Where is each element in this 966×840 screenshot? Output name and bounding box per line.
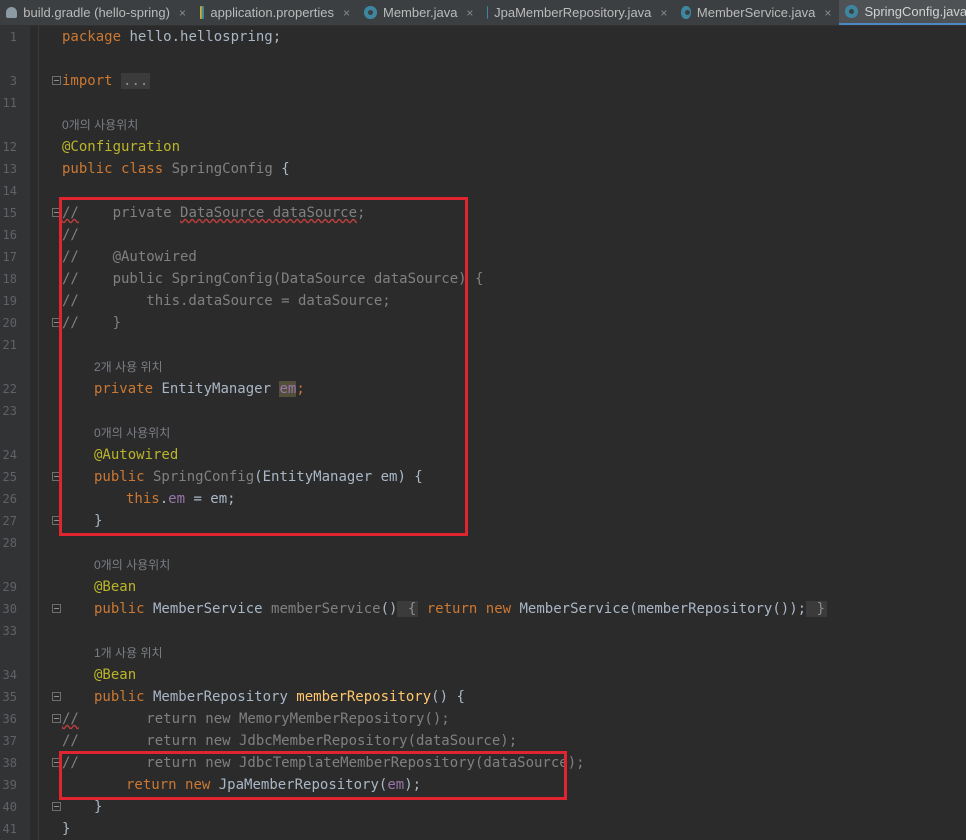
fold-icon[interactable] [52,76,61,85]
tab-label: application.properties [210,5,334,20]
line-number: 41 [2,822,17,836]
java-class-icon [364,6,377,19]
tab-label: MemberService.java [696,5,816,20]
line-number: 35 [2,690,17,704]
line-number: 23 [2,404,17,418]
usage-hint: 1개 사용 위치 [0,642,966,664]
folded-imports: ... [121,73,151,89]
line-number: 3 [9,74,17,88]
line-number: 18 [2,272,17,286]
code-line: 12 @Configuration [0,136,966,158]
line-number: 17 [2,250,17,264]
code-text: public MemberRepository memberRepository… [94,689,465,705]
line-number: 14 [2,184,17,198]
code-line: 11 [0,92,966,114]
code-line: 30 public MemberService memberService() … [0,598,966,620]
line-number: 22 [2,382,17,396]
editor-tab-bar: build.gradle (hello-spring) × applicatio… [0,0,966,26]
usages-inlay-hint[interactable]: 0개의 사용위치 [62,114,138,136]
line-number: 16 [2,228,17,242]
close-icon[interactable]: × [660,6,667,20]
gradle-icon [6,7,18,18]
tab-label: Member.java [383,5,458,20]
tab-jpa-member-repository[interactable]: JpaMemberRepository.java × [481,0,675,25]
code-text: import ... [62,73,151,89]
tab-member-service[interactable]: MemberService.java × [675,0,839,25]
code-text: package hello.hellospring; [62,29,282,45]
line-number: 20 [2,316,17,330]
fold-icon[interactable] [52,692,61,701]
line-number: 19 [2,294,17,308]
close-icon[interactable]: × [179,6,186,20]
code-line: 33 [0,620,966,642]
line-number: 28 [2,536,17,550]
tab-spring-config[interactable]: SpringConfig.java [839,0,966,25]
code-line: 37 // return new JdbcMemberRepository(da… [0,730,966,752]
usages-inlay-hint[interactable]: 0개의 사용위치 [94,554,170,576]
line-number: 34 [2,668,17,682]
line-number: 15 [2,206,17,220]
fold-icon[interactable] [52,714,61,723]
line-number: 12 [2,140,17,154]
line-number: 38 [2,756,17,770]
usages-inlay-hint[interactable]: 1개 사용 위치 [94,642,163,664]
properties-file-icon [200,6,205,19]
highlight-box-entitymanager [59,197,468,536]
tab-label: JpaMemberRepository.java [494,5,652,20]
line-number: 37 [2,734,17,748]
line-number: 24 [2,448,17,462]
code-line: 1 package hello.hellospring; [0,26,966,48]
tab-build-gradle[interactable]: build.gradle (hello-spring) × [0,0,194,25]
code-line: 34 @Bean [0,664,966,686]
code-text: // return new MemoryMemberRepository(); [62,711,450,727]
tab-member-java[interactable]: Member.java × [358,0,481,25]
line-number: 11 [2,96,17,110]
fold-icon[interactable] [52,802,61,811]
highlight-box-jpa-return [59,751,567,800]
line-number: 21 [2,338,17,352]
java-class-icon [487,6,494,19]
line-number: 26 [2,492,17,506]
code-text: @Configuration [62,139,181,155]
java-class-icon [681,6,691,19]
tab-label: build.gradle (hello-spring) [23,5,170,20]
line-number: 40 [2,800,17,814]
tab-application-properties[interactable]: application.properties × [194,0,358,25]
code-line: 36 // return new MemoryMemberRepository(… [0,708,966,730]
line-number: 1 [9,30,17,44]
usage-hint: 0개의 사용위치 [0,114,966,136]
code-text: @Bean [94,667,137,683]
close-icon[interactable]: × [343,6,350,20]
line-number: 29 [2,580,17,594]
line-number: 13 [2,162,17,176]
line-number: 36 [2,712,17,726]
code-line: 3 import ... [0,70,966,92]
code-text: // return new JdbcMemberRepository(dataS… [62,733,518,749]
code-text: } [62,821,71,837]
code-line: 35 public MemberRepository memberReposit… [0,686,966,708]
fold-icon[interactable] [52,604,61,613]
usage-hint: 0개의 사용위치 [0,554,966,576]
code-line: 29 @Bean [0,576,966,598]
code-line: 41 } [0,818,966,840]
java-class-icon [845,5,859,18]
close-icon[interactable]: × [466,6,473,20]
line-number: 30 [2,602,17,616]
close-icon[interactable]: × [824,6,831,20]
line-number: 25 [2,470,17,484]
line-number: 39 [2,778,17,792]
code-text: public class SpringConfig { [62,161,290,177]
code-line: 13 public class SpringConfig { [0,158,966,180]
tab-label: SpringConfig.java [864,4,966,19]
code-text: @Bean [94,579,137,595]
code-text: public MemberService memberService() { r… [94,601,827,617]
line-number: 33 [2,624,17,638]
line-number: 27 [2,514,17,528]
